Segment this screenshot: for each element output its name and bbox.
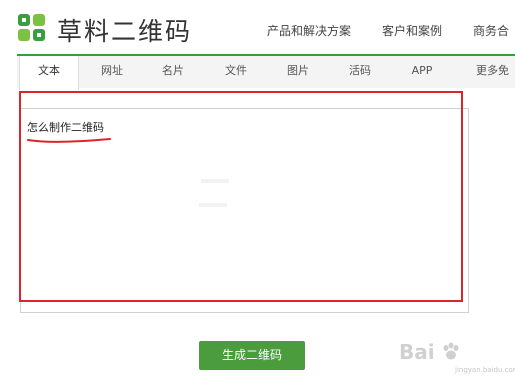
faint-placeholder-mark xyxy=(201,179,229,183)
watermark-subtext: jingyan.baidu.com xyxy=(455,366,515,374)
top-navigation: 产品和解决方案 客户和案例 商务合 xyxy=(0,22,515,42)
tab-business-card[interactable]: 名片 xyxy=(156,56,190,88)
page: 草料二维码 产品和解决方案 客户和案例 商务合 文本 网址 名片 文件 图片 活… xyxy=(0,0,515,384)
nav-item-products[interactable]: 产品和解决方案 xyxy=(267,22,351,39)
tab-live-code[interactable]: 活码 xyxy=(343,56,377,88)
tab-file[interactable]: 文件 xyxy=(219,56,253,88)
baidu-jingyan-watermark: Bai jingyan.baidu.com xyxy=(399,340,515,376)
nav-item-business[interactable]: 商务合 xyxy=(473,22,509,39)
editor-text: 怎么制作二维码 xyxy=(27,121,104,134)
type-tab-bar: 文本 网址 名片 文件 图片 活码 APP 更多免 xyxy=(17,54,515,90)
tab-text[interactable]: 文本 xyxy=(19,56,79,90)
red-underline-mark xyxy=(27,138,111,143)
tab-url[interactable]: 网址 xyxy=(95,56,129,88)
faint-placeholder-mark xyxy=(199,203,227,207)
tab-app[interactable]: APP xyxy=(405,56,439,88)
tab-image[interactable]: 图片 xyxy=(281,56,315,88)
header: 草料二维码 产品和解决方案 客户和案例 商务合 xyxy=(0,0,515,56)
paw-icon xyxy=(443,342,459,360)
watermark-text: Bai xyxy=(399,340,435,364)
generate-qr-button[interactable]: 生成二维码 xyxy=(199,341,305,370)
nav-item-customers[interactable]: 客户和案例 xyxy=(382,22,442,39)
tab-more[interactable]: 更多免 xyxy=(476,56,515,88)
